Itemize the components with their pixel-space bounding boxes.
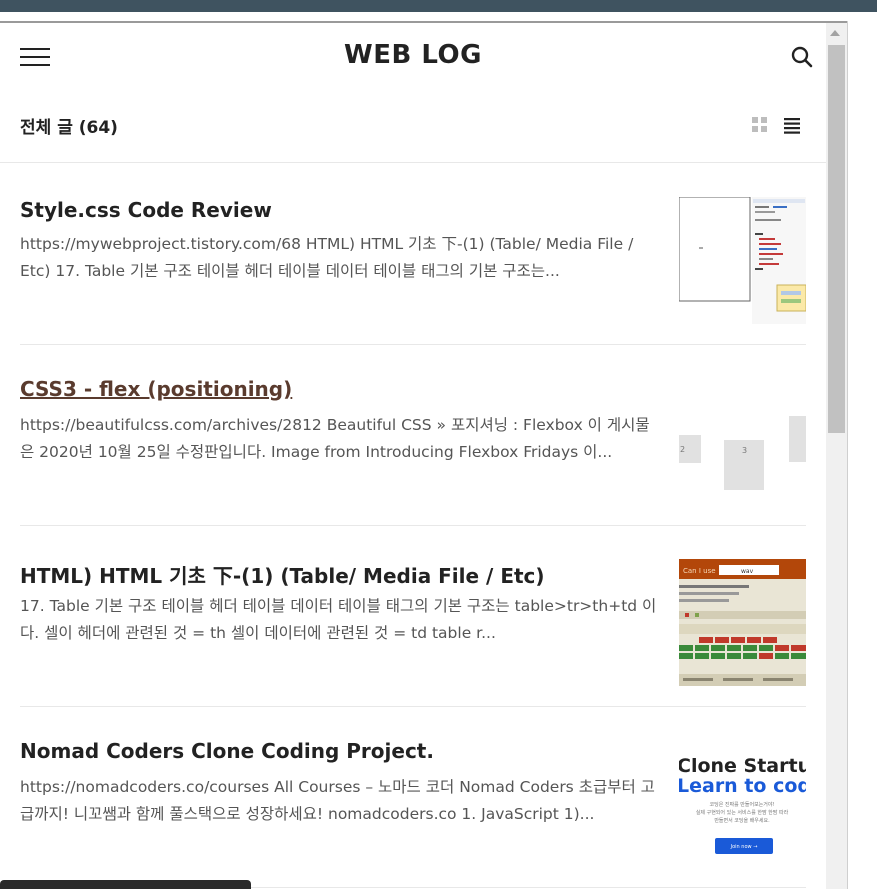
nomad-sub3: 만들면서 코딩을 배우세요.	[714, 817, 770, 824]
post-excerpt: 17. Table 기본 구조 테이블 헤더 테이블 데이터 테이블 태그의 기…	[20, 597, 657, 642]
post-thumbnail[interactable]	[679, 197, 806, 324]
post-excerpt: https://mywebproject.tistory.com/68 HTML…	[20, 235, 634, 280]
bottom-toolbar[interactable]	[0, 880, 251, 889]
post-item[interactable]: Style.css Code Review https://mywebproje…	[20, 163, 806, 345]
post-title[interactable]: CSS3 - flex (positioning)	[20, 377, 292, 401]
flex-box-label: 3	[742, 446, 747, 455]
scrollbar-thumb[interactable]	[828, 45, 845, 433]
post-thumbnail[interactable]: Can I use wav	[679, 559, 806, 686]
post-title[interactable]: HTML) HTML 기초 下-(1) (Table/ Media File /…	[20, 560, 545, 589]
post-item[interactable]: HTML) HTML 기초 下-(1) (Table/ Media File /…	[20, 525, 806, 707]
frame-border-right	[847, 21, 848, 889]
nomad-sub1: 코딩은 진짜를 만들어보는거야!	[710, 801, 775, 808]
post-thumbnail[interactable]: 2 3	[679, 380, 806, 507]
post-thumbnail[interactable]: Clone Startups Learn to code 코딩은 진짜를 만들어…	[679, 742, 806, 869]
caniuse-label: Can I use	[683, 567, 716, 575]
search-icon[interactable]	[790, 45, 814, 69]
grid-view-icon[interactable]	[751, 116, 769, 134]
post-excerpt: https://nomadcoders.co/courses All Cours…	[20, 778, 655, 823]
post-excerpt: https://beautifulcss.com/archives/2812 B…	[20, 416, 650, 461]
nomad-subheadline: Learn to code	[679, 775, 806, 797]
frame-border-top	[0, 21, 847, 23]
post-title[interactable]: Nomad Coders Clone Coding Project.	[20, 739, 434, 763]
post-item[interactable]: CSS3 - flex (positioning) https://beauti…	[20, 344, 806, 526]
flex-box-label-left: 2	[680, 445, 685, 454]
caniuse-query: wav	[741, 568, 754, 575]
vertical-scrollbar[interactable]	[826, 23, 847, 889]
site-title[interactable]: WEB LOG	[0, 40, 826, 70]
post-count-title: 전체 글 (64)	[20, 118, 118, 138]
nomad-headline: Clone Startups	[679, 755, 806, 777]
browser-top-bar	[0, 0, 877, 12]
list-view-icon[interactable]	[783, 116, 801, 134]
nomad-sub2: 실제 구현되어 있는 서비스를 한땀 한땀 따라	[696, 809, 789, 816]
post-title[interactable]: Style.css Code Review	[20, 198, 272, 222]
nomad-join-button: Join now →	[730, 844, 758, 850]
post-item[interactable]: Nomad Coders Clone Coding Project. https…	[20, 706, 806, 888]
scroll-up-arrow-icon[interactable]	[830, 30, 840, 36]
